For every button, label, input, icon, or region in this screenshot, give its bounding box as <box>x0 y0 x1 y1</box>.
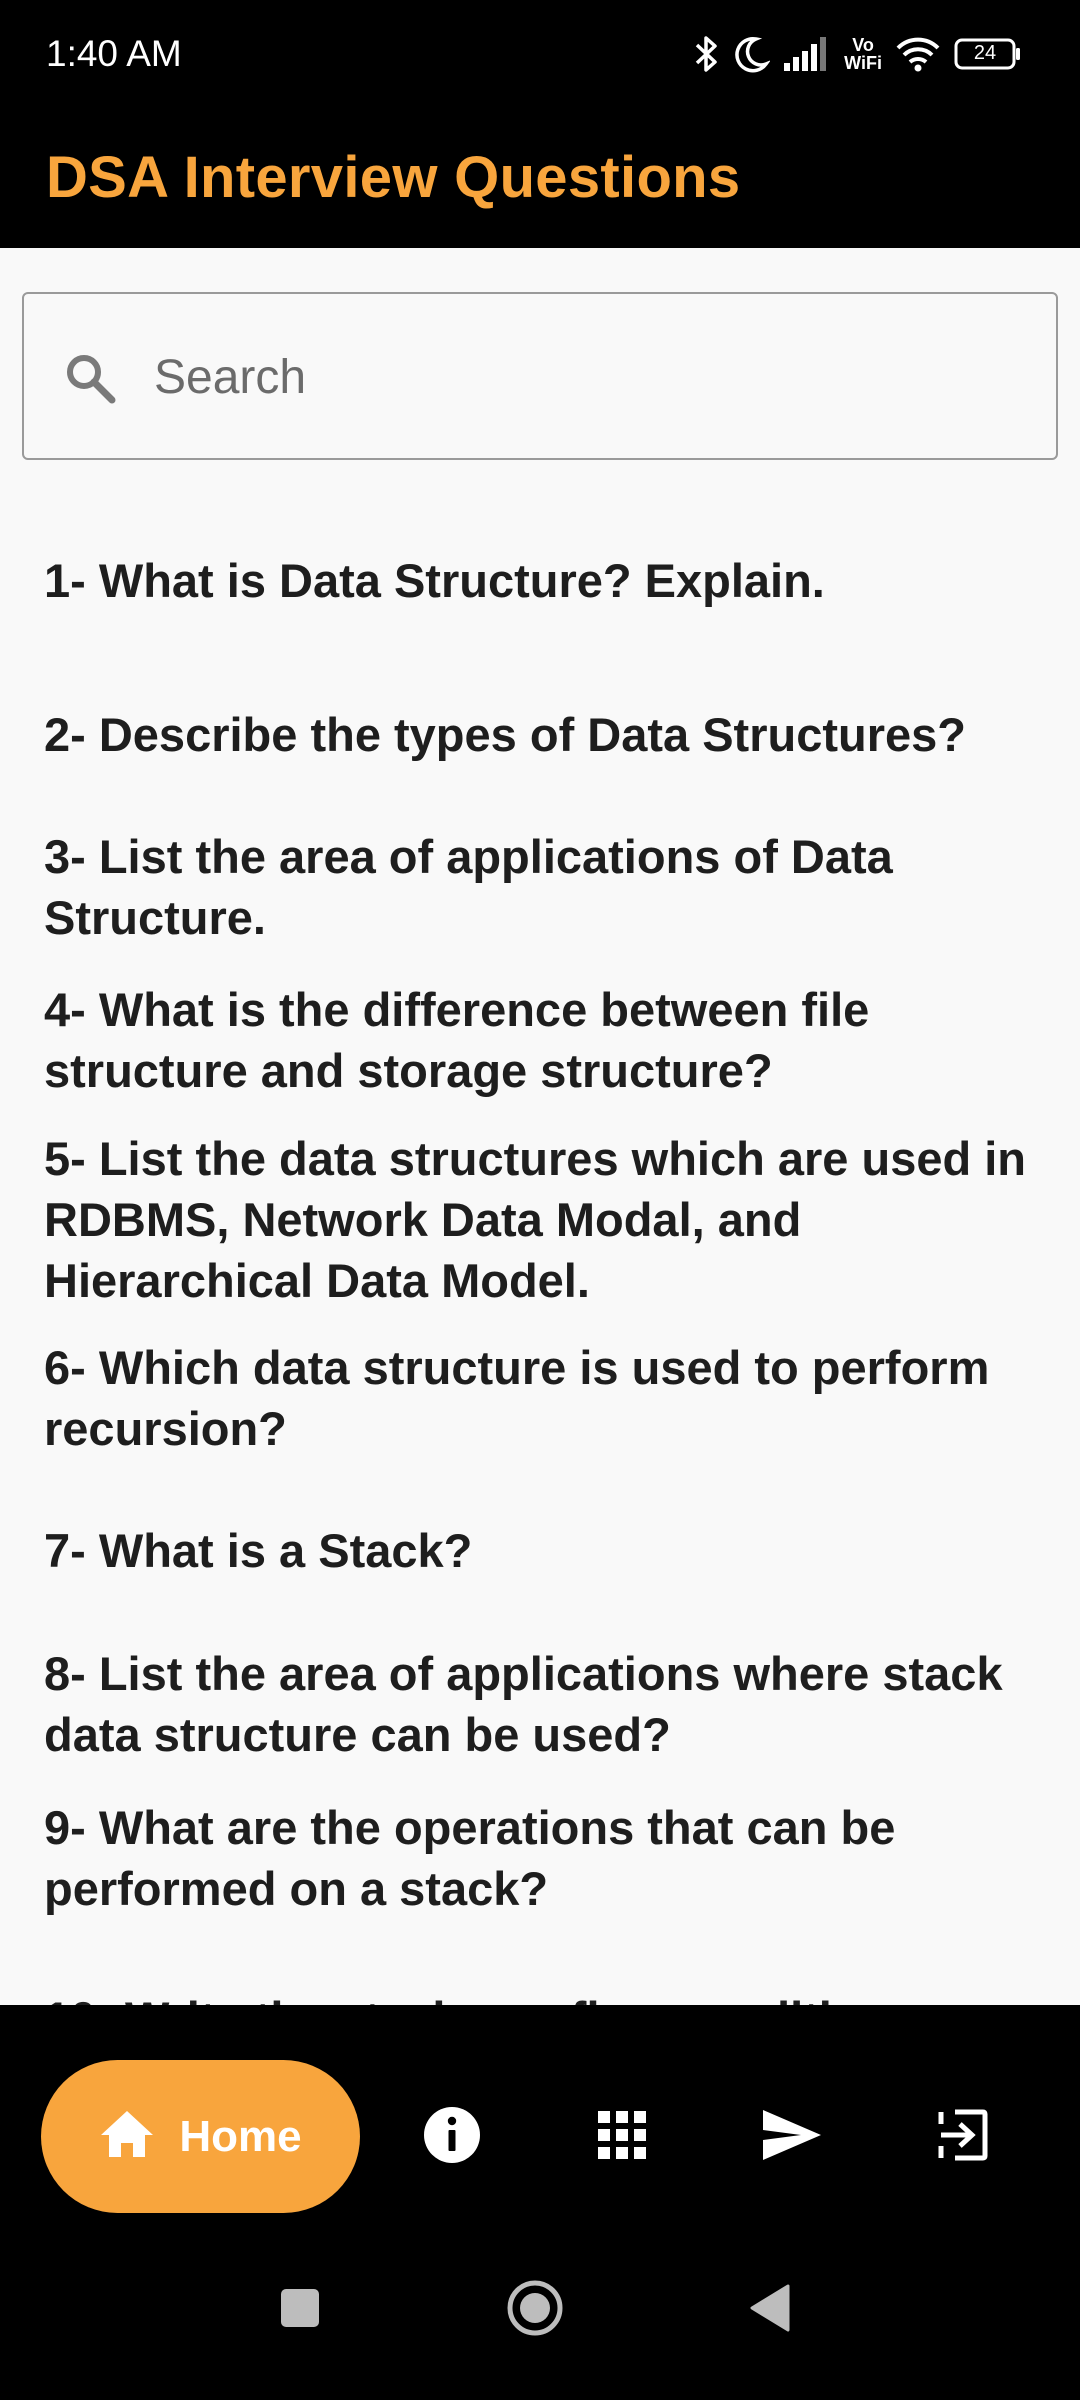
question-item[interactable]: 9- What are the operations that can be p… <box>44 1797 1044 1919</box>
nav-apps-button[interactable] <box>590 2105 654 2169</box>
bottom-nav: Home <box>0 2005 1080 2225</box>
signal-icon <box>784 37 830 71</box>
status-bar: 1:40 AM Vo WiFi 24 <box>0 0 1080 108</box>
question-item[interactable]: 3- List the area of applications of Data… <box>44 826 1044 948</box>
recents-square-icon <box>280 2288 320 2333</box>
home-circle-icon <box>506 2279 564 2342</box>
nav-share-button[interactable] <box>760 2105 824 2169</box>
search-input[interactable] <box>154 334 1014 420</box>
exit-icon <box>935 2108 989 2167</box>
vowifi-icon: Vo WiFi <box>844 36 882 72</box>
search-box[interactable] <box>22 292 1058 460</box>
nav-info-button[interactable] <box>420 2105 484 2169</box>
search-icon <box>62 350 118 411</box>
question-item[interactable]: 2- Describe the types of Data Structures… <box>44 704 1044 765</box>
apps-grid-icon <box>597 2110 647 2165</box>
question-item[interactable]: 6- Which data structure is used to perfo… <box>44 1337 1044 1459</box>
question-item[interactable]: 1- What is Data Structure? Explain. <box>44 550 1044 611</box>
question-item[interactable]: 10- Write the stack overflow condition. <box>44 1988 1044 2005</box>
vowifi-bottom-label: WiFi <box>844 53 882 73</box>
nav-exit-button[interactable] <box>930 2105 994 2169</box>
status-time: 1:40 AM <box>46 33 182 74</box>
vowifi-top-label: Vo <box>852 35 874 55</box>
info-icon <box>423 2106 481 2169</box>
nav-home-button[interactable]: Home <box>41 2060 360 2213</box>
nav-home-label: Home <box>179 2111 302 2161</box>
do-not-disturb-moon-icon <box>734 34 771 74</box>
app-bar: DSA Interview Questions <box>0 108 1080 248</box>
system-nav-bar <box>0 2225 1080 2400</box>
send-icon <box>761 2108 823 2167</box>
question-item[interactable]: 7- What is a Stack? <box>44 1520 1044 1581</box>
home-icon <box>99 2109 155 2164</box>
status-icons: Vo WiFi 24 <box>694 30 1022 78</box>
app-title: DSA Interview Questions <box>46 145 741 210</box>
question-item[interactable]: 8- List the area of applications where s… <box>44 1643 1044 1765</box>
back-triangle-icon <box>748 2284 792 2337</box>
back-button[interactable] <box>735 2275 805 2345</box>
wifi-icon <box>896 36 940 72</box>
question-item[interactable]: 4- What is the difference between file s… <box>44 979 1044 1101</box>
battery-level: 24 <box>973 42 997 64</box>
battery-icon: 24 <box>954 37 1022 71</box>
home-system-button[interactable] <box>500 2275 570 2345</box>
bluetooth-icon <box>694 34 720 74</box>
question-list-screen: 1- What is Data Structure? Explain. 2- D… <box>0 248 1080 2005</box>
question-item[interactable]: 5- List the data structures which are us… <box>44 1128 1044 1311</box>
recents-button[interactable] <box>265 2275 335 2345</box>
